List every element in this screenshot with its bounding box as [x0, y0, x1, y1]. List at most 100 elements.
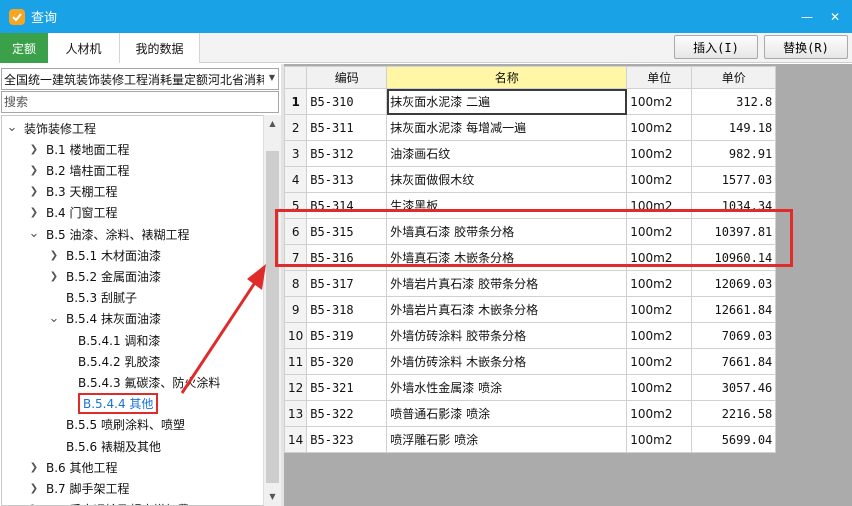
tree-item[interactable]: ❯ B.5.1 木材面油漆 — [48, 245, 161, 265]
tree-item[interactable]: ⌄ 装饰装修工程 — [6, 118, 96, 138]
tree-item[interactable]: B.5.4.3 氟碳漆、防火涂料 — [68, 372, 220, 392]
row-price: 1034.34 — [691, 192, 777, 219]
scroll-up-icon[interactable]: ▲ — [264, 115, 281, 132]
table-row[interactable]: 10 B5-319 外墙仿砖涂料 胶带条分格 100m2 7069.03 — [283, 322, 777, 349]
tab-quota[interactable]: 定额 — [0, 33, 48, 63]
row-price: 7661.84 — [691, 348, 777, 375]
row-unit: 100m2 — [626, 166, 693, 193]
row-price: 5699.04 — [691, 426, 777, 453]
minimize-icon[interactable]: — — [792, 0, 822, 33]
search-input[interactable] — [1, 91, 279, 113]
row-code: B5-318 — [306, 296, 388, 323]
scroll-down-icon[interactable]: ▼ — [264, 488, 281, 504]
tree-item-label: B.8 垂直运输及超高增加费 — [46, 501, 190, 505]
chevron-down-icon[interactable]: ⌄ — [48, 312, 60, 325]
row-name: 外墙真石漆 木嵌条分格 — [386, 244, 628, 271]
table-row[interactable]: 3 B5-312 油漆画石纹 100m2 982.91 — [283, 140, 777, 167]
header-unit[interactable]: 单位 — [626, 66, 693, 89]
row-index: 2 — [283, 114, 308, 141]
table-row[interactable]: 2 B5-311 抹灰面水泥漆 每增减一遍 100m2 149.18 — [283, 114, 777, 141]
insert-button[interactable]: 插入(I) — [674, 35, 758, 59]
header-price[interactable]: 单价 — [691, 66, 777, 89]
tree-item[interactable]: B.5.6 裱糊及其他 — [48, 436, 161, 456]
tree-item-label: B.1 楼地面工程 — [46, 142, 130, 157]
row-unit: 100m2 — [626, 400, 693, 427]
table-row[interactable]: 12 B5-321 外墙水性金属漆 喷涂 100m2 3057.46 — [283, 374, 777, 401]
row-unit: 100m2 — [626, 218, 693, 245]
dropdown-arrow-icon: ▼ — [268, 73, 275, 82]
row-price: 982.91 — [691, 140, 777, 167]
tree-item[interactable]: ❯B.8 垂直运输及超高增加费 — [28, 500, 190, 505]
tree-item[interactable]: ❯ B.1 楼地面工程 — [28, 139, 130, 159]
tab-materials[interactable]: 人材机 — [48, 33, 120, 63]
quota-library-select[interactable]: 全国统一建筑装饰装修工程消耗量定额河北省消耗量 ▼ — [1, 68, 279, 90]
row-index: 13 — [283, 400, 308, 427]
table-row[interactable]: 13 B5-322 喷普通石影漆 喷涂 100m2 2216.58 — [283, 400, 777, 427]
row-name: 外墙水性金属漆 喷涂 — [386, 374, 628, 401]
row-unit: 100m2 — [626, 114, 693, 141]
tree-item[interactable]: B.5.4.1 调和漆 — [68, 330, 160, 350]
row-price: 10397.81 — [691, 218, 777, 245]
header-code[interactable]: 编码 — [306, 66, 388, 89]
tree-item[interactable]: B.5.4.4 其他 — [68, 393, 159, 415]
tree-item-label: B.5.4.2 乳胶漆 — [78, 354, 161, 369]
replace-button[interactable]: 替换(R) — [764, 35, 848, 59]
tree-item[interactable]: B.5.5 喷刷涂料、喷塑 — [48, 415, 185, 435]
tree-item[interactable]: B.5.3 刮腻子 — [48, 288, 137, 308]
row-price: 149.18 — [691, 114, 777, 141]
table-row[interactable]: 1 B5-310 抹灰面水泥漆 二遍 100m2 312.8 — [283, 88, 777, 115]
chevron-right-icon[interactable]: ❯ — [48, 271, 60, 282]
close-icon[interactable]: ✕ — [820, 0, 850, 33]
row-price: 12661.84 — [691, 296, 777, 323]
scroll-thumb[interactable] — [266, 151, 279, 483]
chevron-right-icon[interactable]: ❯ — [28, 483, 40, 494]
tree-item[interactable]: ❯ B.2 墙柱面工程 — [28, 160, 130, 180]
chevron-right-icon[interactable]: ❯ — [48, 250, 60, 261]
table-row[interactable]: 8 B5-317 外墙岩片真石漆 胶带条分格 100m2 12069.03 — [283, 270, 777, 297]
tree-item[interactable]: ❯ B.5.2 金属面油漆 — [48, 266, 161, 286]
row-name: 抹灰面做假木纹 — [386, 166, 628, 193]
tree-item[interactable]: B.5.4.2 乳胶漆 — [68, 351, 160, 371]
tree-scrollbar[interactable]: ▲ ▼ — [263, 115, 281, 506]
tree-item[interactable]: ⌄ B.5.4 抹灰面油漆 — [48, 309, 161, 329]
table-row[interactable]: 6 B5-315 外墙真石漆 胶带条分格 100m2 10397.81 — [283, 218, 777, 245]
table-row[interactable]: 7 B5-316 外墙真石漆 木嵌条分格 100m2 10960.14 — [283, 244, 777, 271]
row-price: 3057.46 — [691, 374, 777, 401]
row-unit: 100m2 — [626, 348, 693, 375]
tree-item[interactable]: ⌄ B.5 油漆、涂料、裱糊工程 — [28, 224, 190, 244]
row-index: 14 — [283, 426, 308, 453]
tree-item-label: B.5.1 木材面油漆 — [66, 248, 161, 263]
tab-my-data[interactable]: 我的数据 — [120, 33, 200, 63]
chevron-right-icon[interactable]: ❯ — [28, 165, 40, 176]
row-code: B5-310 — [306, 88, 388, 115]
left-panel: 全国统一建筑装饰装修工程消耗量定额河北省消耗量 ▼ ⌄ 装饰装修工程 ❯ B.1 楼地… — [0, 64, 281, 506]
chevron-down-icon[interactable]: ⌄ — [6, 121, 18, 134]
tree-item[interactable]: ❯ B.6 其他工程 — [28, 457, 118, 477]
chevron-right-icon[interactable]: ❯ — [28, 462, 40, 473]
row-price: 1577.03 — [691, 166, 777, 193]
table-row[interactable]: 4 B5-313 抹灰面做假木纹 100m2 1577.03 — [283, 166, 777, 193]
table-row[interactable]: 11 B5-320 外墙仿砖涂料 木嵌条分格 100m2 7661.84 — [283, 348, 777, 375]
tree-item-label: B.5.2 金属面油漆 — [66, 269, 161, 284]
tree-item[interactable]: ❯ B.4 门窗工程 — [28, 203, 118, 223]
row-name: 生漆黑板 — [386, 192, 628, 219]
chevron-down-icon[interactable]: ⌄ — [28, 227, 40, 240]
chevron-right-icon[interactable]: ❯ — [28, 207, 40, 218]
tree-item-label: 装饰装修工程 — [24, 121, 97, 136]
chevron-right-icon[interactable]: ❯ — [28, 186, 40, 197]
table-row[interactable]: 5 B5-314 生漆黑板 100m2 1034.34 — [283, 192, 777, 219]
row-name: 外墙仿砖涂料 木嵌条分格 — [386, 348, 628, 375]
tree-item[interactable]: ❯ B.7 脚手架工程 — [28, 478, 130, 498]
header-name[interactable]: 名称 — [386, 66, 628, 89]
table-row[interactable]: 14 B5-323 喷浮雕石影 喷涂 100m2 5699.04 — [283, 426, 777, 453]
tree-item-label: B.6 其他工程 — [46, 460, 118, 475]
row-index: 1 — [283, 88, 308, 115]
table-row[interactable]: 9 B5-318 外墙岩片真石漆 木嵌条分格 100m2 12661.84 — [283, 296, 777, 323]
tree-item[interactable]: ❯ B.3 天棚工程 — [28, 182, 118, 202]
row-unit: 100m2 — [626, 140, 693, 167]
tree-item-label: B.5.4.4 其他 — [78, 393, 159, 415]
chevron-right-icon[interactable]: ❯ — [28, 144, 40, 155]
row-name: 外墙岩片真石漆 木嵌条分格 — [386, 296, 628, 323]
row-name: 抹灰面水泥漆 二遍 — [386, 88, 628, 115]
row-index: 12 — [283, 374, 308, 401]
